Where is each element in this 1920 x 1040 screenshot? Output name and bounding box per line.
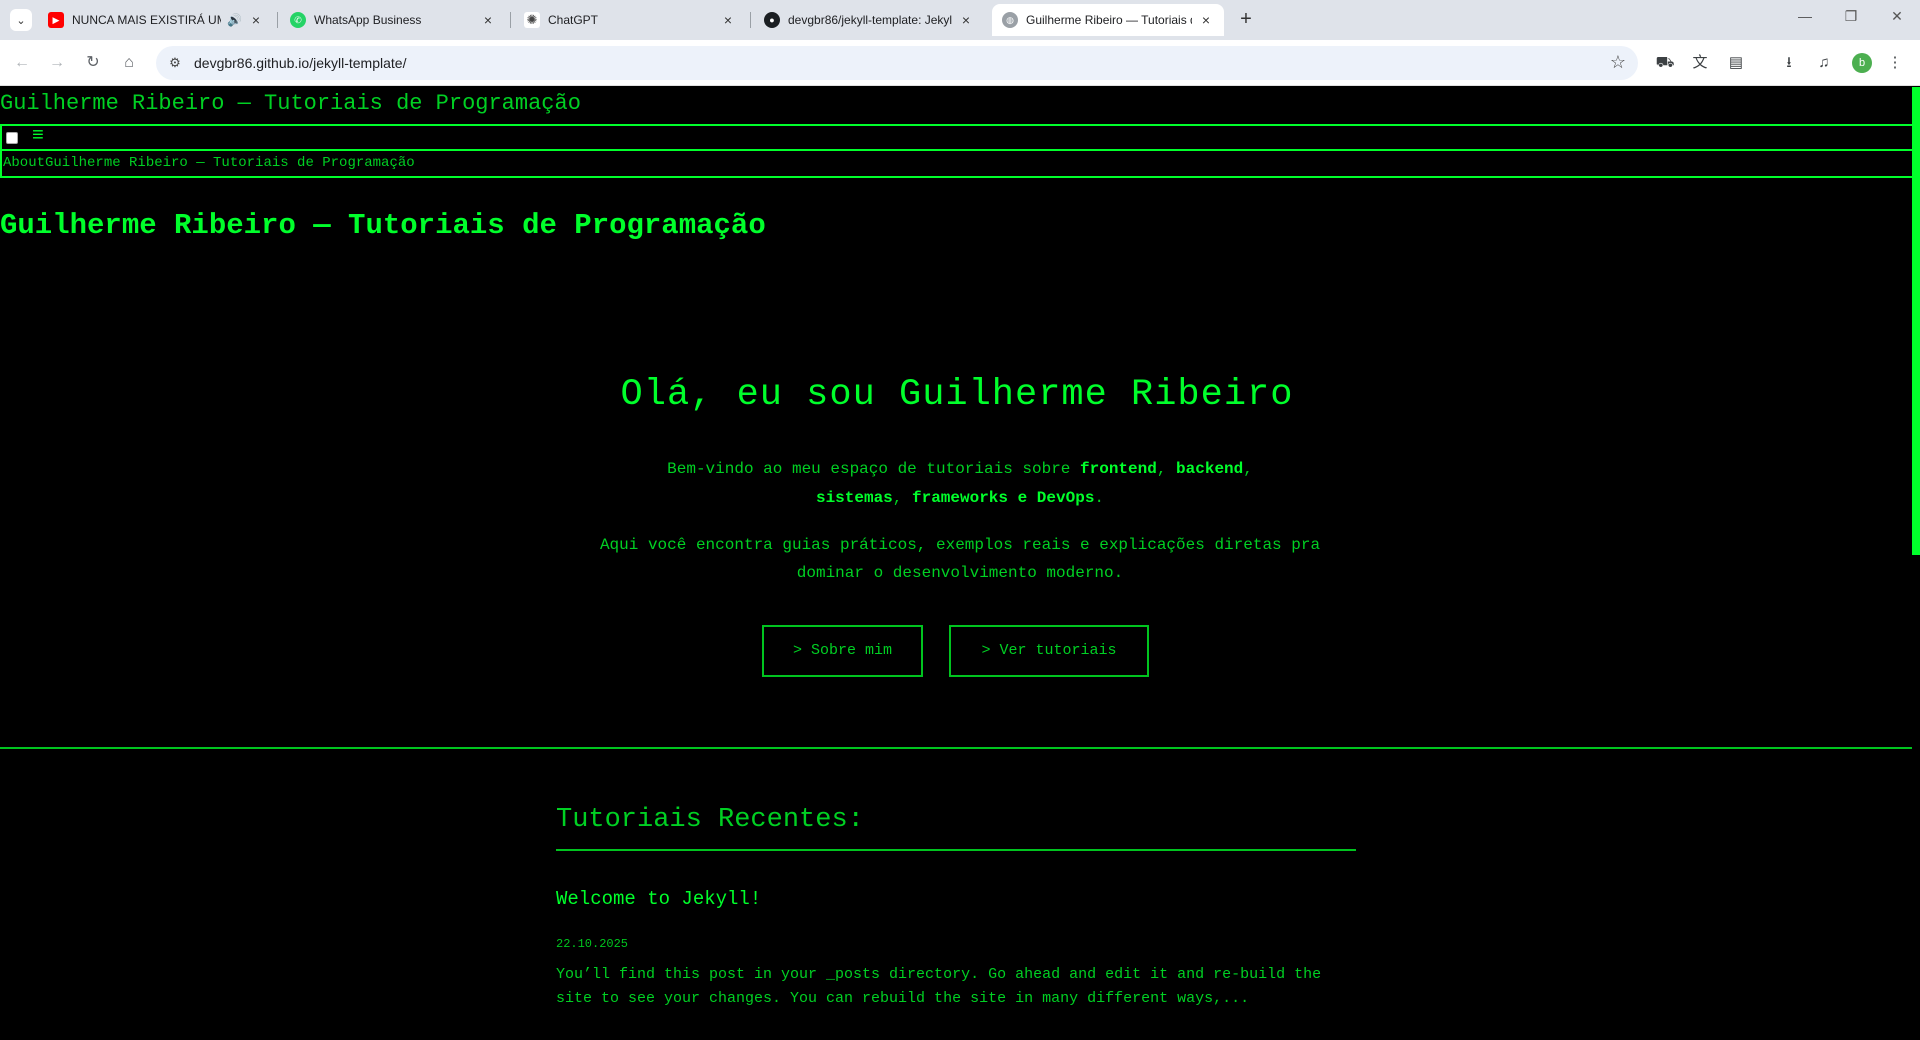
post-excerpt: You’ll find this post in your _posts dir… — [556, 966, 1322, 1007]
browser-toolbar: ← → ↻ ⌂ ⚙ devgbr86.github.io/jekyll-temp… — [0, 40, 1920, 86]
site-nav: ≡ AboutGuilherme Ribeiro — Tutoriais de … — [0, 124, 1914, 178]
close-window-icon[interactable]: ✕ — [1874, 8, 1920, 32]
nav-links[interactable]: AboutGuilherme Ribeiro — Tutoriais de Pr… — [3, 155, 415, 171]
tab-divider — [277, 12, 278, 28]
tab-active-site[interactable]: ◍ Guilherme Ribeiro — Tutoriais d × — [992, 4, 1224, 36]
recent-tutorials-heading: Tutoriais Recentes: — [556, 805, 864, 835]
media-control-icon[interactable]: ♫ — [1813, 52, 1835, 74]
home-icon[interactable]: ⌂ — [117, 51, 141, 75]
close-tab-icon[interactable]: × — [958, 12, 974, 28]
minimize-icon[interactable]: — — [1782, 8, 1828, 32]
tab-whatsapp[interactable]: ✆ WhatsApp Business × — [280, 4, 506, 36]
new-tab-button[interactable]: + — [1234, 8, 1258, 32]
download-icon[interactable]: ⭳ — [1778, 52, 1800, 74]
reload-icon[interactable]: ↻ — [81, 51, 105, 75]
github-icon: ● — [764, 12, 780, 28]
url-text[interactable]: devgbr86.github.io/jekyll-template/ — [194, 55, 406, 71]
recent-divider — [556, 849, 1356, 851]
close-tab-icon[interactable]: × — [480, 12, 496, 28]
hamburger-menu-icon[interactable]: ≡ — [32, 127, 44, 147]
keyword-sistemas: sistemas — [815, 489, 893, 507]
forward-arrow-icon[interactable]: → — [45, 51, 69, 75]
back-arrow-icon[interactable]: ← — [10, 51, 34, 75]
keyword-frameworks-devops: frameworks e DevOps — [911, 489, 1095, 507]
translate-icon[interactable]: 文 — [1689, 52, 1711, 74]
browser-tabstrip: ⌄ ▶ NUNCA MAIS EXISTIRÁ UM 🔊 × ✆ WhatsAp… — [0, 0, 1920, 40]
chatgpt-icon: ✺ — [524, 12, 540, 28]
globe-icon: ◍ — [1002, 12, 1018, 28]
section-divider — [0, 747, 1912, 749]
youtube-icon: ▶ — [48, 12, 64, 28]
bookmark-star-icon[interactable]: ☆ — [1610, 52, 1626, 73]
tab-github[interactable]: ● devgbr86/jekyll-template: Jekyll × — [754, 4, 984, 36]
address-bar[interactable]: ⚙ devgbr86.github.io/jekyll-template/ ☆ — [156, 46, 1638, 80]
keyword-frontend: frontend — [1080, 460, 1157, 478]
site-info-icon[interactable]: ⚙ — [166, 54, 184, 72]
tab-search-chevron-icon[interactable]: ⌄ — [10, 9, 32, 31]
whatsapp-icon: ✆ — [290, 12, 306, 28]
tab-youtube[interactable]: ▶ NUNCA MAIS EXISTIRÁ UM 🔊 × — [38, 4, 274, 36]
post-title-link[interactable]: Welcome to Jekyll! — [556, 888, 761, 910]
nav-toggle-checkbox[interactable] — [6, 132, 18, 144]
page-heading: Guilherme Ribeiro — Tutoriais de Program… — [0, 209, 766, 242]
extension-icon[interactable]: ⛟ — [1654, 52, 1676, 74]
close-tab-icon[interactable]: × — [1198, 12, 1214, 28]
hero-title: Olá, eu sou Guilherme Ribeiro — [620, 374, 1294, 416]
about-me-button[interactable]: > Sobre mim — [762, 625, 923, 677]
nav-toggle-row: ≡ — [2, 126, 1912, 151]
tab-chatgpt[interactable]: ✺ ChatGPT × — [514, 4, 746, 36]
speaker-icon[interactable]: 🔊 — [227, 13, 242, 27]
tab-divider — [510, 12, 511, 28]
profile-avatar[interactable]: b — [1852, 53, 1872, 73]
menu-dots-icon[interactable]: ⋮ — [1884, 52, 1906, 74]
tab-divider — [750, 12, 751, 28]
close-tab-icon[interactable]: × — [248, 12, 264, 28]
page-viewport: Guilherme Ribeiro — Tutoriais de Program… — [0, 87, 1920, 1040]
restore-icon[interactable]: ❐ — [1828, 8, 1874, 32]
site-title[interactable]: Guilherme Ribeiro — Tutoriais de Program… — [0, 91, 581, 116]
close-tab-icon[interactable]: × — [720, 12, 736, 28]
view-tutorials-button[interactable]: > Ver tutoriais — [949, 625, 1149, 677]
post-date: 22.10.2025 — [556, 937, 629, 951]
reading-mode-icon[interactable]: ▤ — [1725, 52, 1747, 74]
keyword-backend: backend — [1176, 460, 1244, 478]
hero-intro: Bem-vindo ao meu espaço de tutoriais sob… — [667, 460, 1253, 507]
hero-description: Aqui você encontra guias práticos, exemp… — [599, 536, 1321, 582]
scrollbar-thumb[interactable] — [1912, 87, 1920, 555]
